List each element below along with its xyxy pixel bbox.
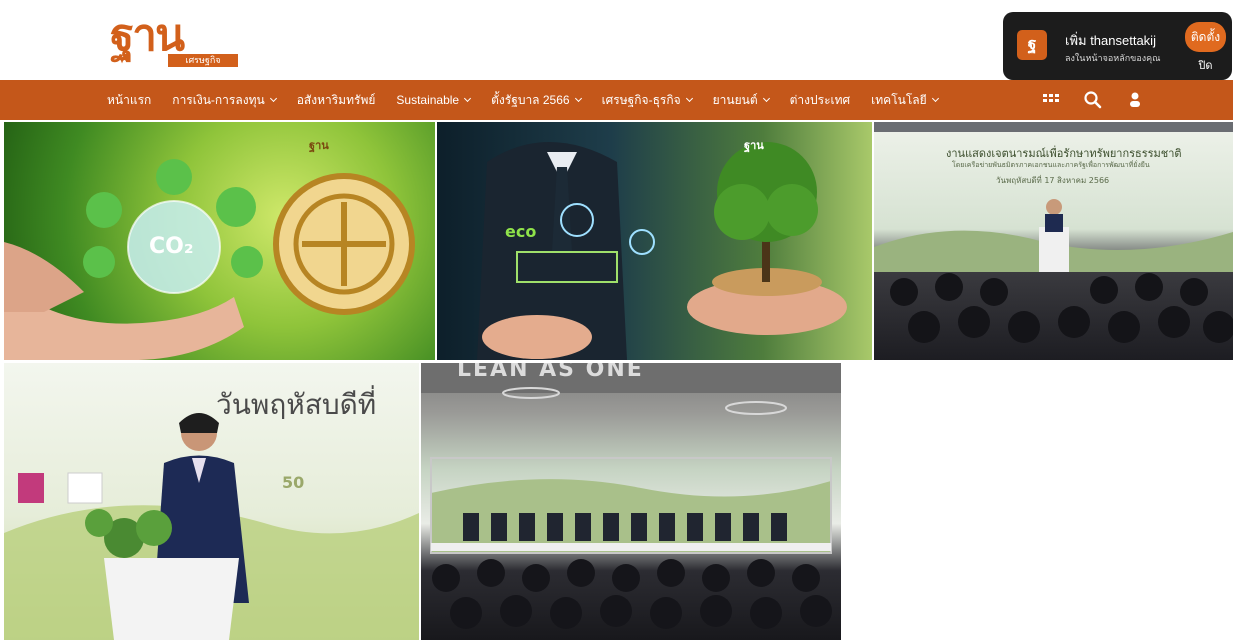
nav-label: Sustainable	[396, 93, 460, 107]
news-image-1[interactable]: ฐาน CO₂	[4, 122, 435, 360]
nav-label: เทคโนโลยี	[871, 92, 927, 107]
install-prompt-title: เพิ่ม thansettakij	[1065, 33, 1156, 48]
nav-item-government[interactable]: ตั้งรัฐบาล 2566	[491, 91, 582, 110]
chevron-down-icon	[685, 94, 693, 103]
chevron-down-icon	[574, 94, 582, 103]
nav-label: ตั้งรัฐบาล 2566	[491, 92, 570, 107]
backdrop-text: LEAN AS ONE	[457, 363, 644, 382]
news-image-4[interactable]: วันพฤหัสบดีที่ 50	[4, 363, 419, 640]
nav-item-property[interactable]: อสังหาริมทรัพย์	[297, 91, 376, 110]
nav-icons	[1040, 80, 1166, 120]
anniversary-badge: 50	[282, 473, 305, 492]
grid-icon[interactable]	[1040, 89, 1062, 111]
chevron-down-icon	[269, 94, 277, 103]
nav-item-finance[interactable]: การเงิน-การลงทุน	[172, 91, 277, 110]
install-button[interactable]: ติดตั้ง	[1185, 22, 1226, 52]
close-prompt-button[interactable]: ปิด	[1185, 58, 1226, 74]
search-icon[interactable]	[1082, 89, 1104, 111]
install-prompt-subtitle: ลงในหน้าจอหลักของคุณ	[1065, 53, 1161, 63]
app-logo-icon: ฐ	[1017, 30, 1047, 60]
nav-label: ยานยนต์	[712, 92, 758, 107]
install-prompt: ฐ เพิ่ม thansettakij ลงในหน้าจอหลักของคุ…	[1003, 12, 1232, 80]
nav-item-economy[interactable]: เศรษฐกิจ-ธุรกิจ	[601, 91, 693, 110]
site-logo[interactable]: ฐาน เศรษฐกิจ	[110, 10, 240, 67]
main-navbar: หน้าแรก การเงิน-การลงทุน อสังหาริมทรัพย์…	[0, 80, 1233, 120]
emblem-text: ฐาน	[744, 139, 764, 152]
co2-text: CO₂	[149, 234, 194, 259]
user-icon[interactable]	[1124, 89, 1146, 111]
logo-main-text: ฐาน	[110, 10, 185, 61]
nav-item-home[interactable]: หน้าแรก	[107, 91, 151, 110]
chevron-down-icon	[931, 94, 939, 103]
nav-label: การเงิน-การลงทุน	[172, 92, 265, 107]
nav-item-auto[interactable]: ยานยนต์	[712, 91, 770, 110]
page: ฐาน เศรษฐกิจ ฐ เพิ่ม thansettakij ลงในหน…	[0, 0, 1233, 640]
banner-date: วันพฤหัสบดีที่ 17 สิงหาคม 2566	[996, 176, 1110, 185]
news-image-3[interactable]: งานแสดงเจตนารมณ์เพื่อรักษาทรัพยากรธรรมชา…	[874, 122, 1233, 360]
nav-item-world[interactable]: ต่างประเทศ	[790, 91, 851, 110]
banner-title: วันพฤหัสบดีที่	[216, 388, 377, 421]
eco-text: eco	[505, 222, 537, 241]
news-image-5[interactable]: LEAN AS ONE	[421, 363, 841, 640]
nav-item-tech[interactable]: เทคโนโลยี	[871, 91, 939, 110]
nav-list: หน้าแรก การเงิน-การลงทุน อสังหาริมทรัพย์…	[107, 80, 959, 120]
chevron-down-icon	[464, 94, 472, 103]
news-image-2[interactable]: ฐาน eco	[437, 122, 872, 360]
nav-label: หน้าแรก	[107, 92, 152, 107]
nav-label: ต่างประเทศ	[789, 92, 851, 107]
banner-subtitle: โดยเครือข่ายพันธมิตรภาคเอกชนและภาครัฐเพื…	[952, 161, 1150, 169]
logo-sub-text: เศรษฐกิจ	[168, 54, 238, 67]
nav-item-sustainable[interactable]: Sustainable	[396, 93, 472, 107]
emblem-text: ฐาน	[309, 139, 329, 152]
nav-label: อสังหาริมทรัพย์	[296, 92, 376, 107]
chevron-down-icon	[762, 94, 770, 103]
nav-label: เศรษฐกิจ-ธุรกิจ	[601, 92, 681, 107]
